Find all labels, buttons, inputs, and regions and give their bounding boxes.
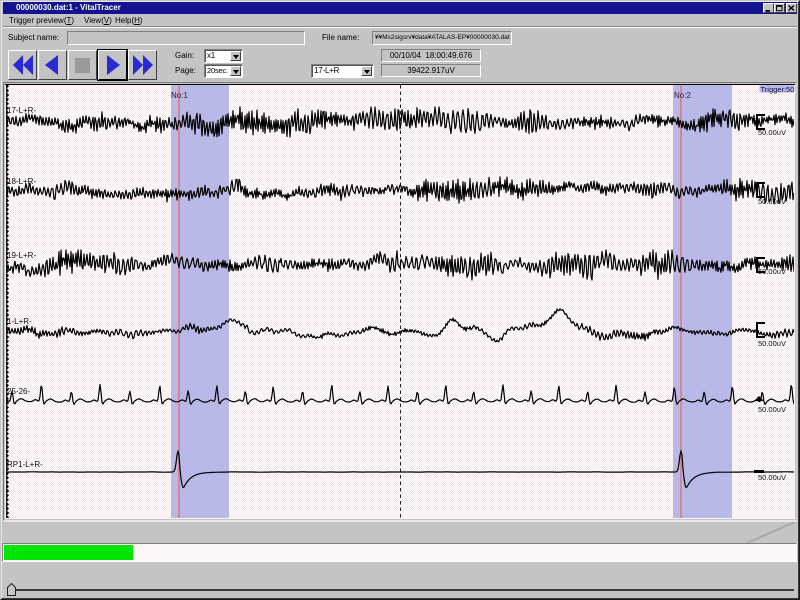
svg-text:Trigger:50: Trigger:50 <box>761 85 795 94</box>
svg-text:50.00uV: 50.00uV <box>758 267 786 276</box>
svg-text:25-26-: 25-26- <box>7 387 30 396</box>
svg-text:17-L+R-: 17-L+R- <box>7 106 36 115</box>
svg-text:50.00uV: 50.00uV <box>758 473 786 482</box>
svg-text:18-L+R-: 18-L+R- <box>7 177 36 186</box>
svg-text:50.00uV: 50.00uV <box>758 405 786 414</box>
svg-text:50.00uV: 50.00uV <box>758 339 786 348</box>
svg-text:No:2: No:2 <box>674 91 691 100</box>
svg-text:50.00uV: 50.00uV <box>758 128 786 137</box>
svg-text:50.00uV: 50.00uV <box>758 197 786 206</box>
svg-text:19-L+R-: 19-L+R- <box>7 251 36 260</box>
svg-text:1-L+R-: 1-L+R- <box>7 317 32 326</box>
svg-text:No:1: No:1 <box>171 91 188 100</box>
svg-text:RP1-L+R-: RP1-L+R- <box>7 460 43 469</box>
